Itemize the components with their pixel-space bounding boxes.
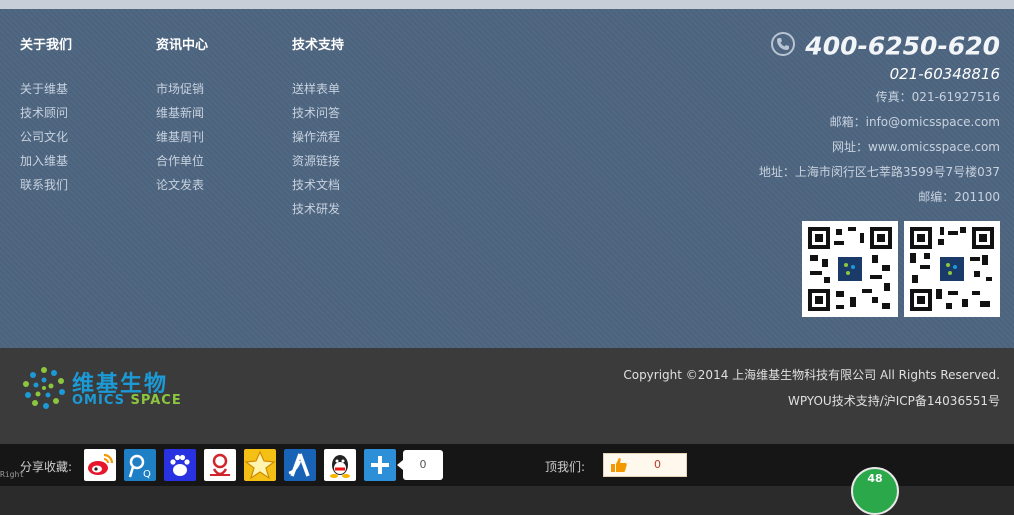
thumbs-up-icon: [611, 458, 627, 472]
nav-column-title: 关于我们: [20, 38, 73, 53]
hotline-number: 400-6250-620: [805, 31, 1000, 61]
nav-link[interactable]: 联系我们: [20, 173, 140, 197]
copyright-text: Copyright ©2014 上海维基生物科技有限公司 All Rights …: [623, 368, 1000, 382]
website-line[interactable]: 网址：www.omicsspace.com: [580, 135, 1000, 160]
nav-link[interactable]: 技术问答: [292, 101, 412, 125]
logo-english-part-1: OMICS: [72, 393, 125, 408]
nav-link[interactable]: 技术文档: [292, 173, 412, 197]
nav-link[interactable]: 技术顾问: [20, 101, 140, 125]
nav-link[interactable]: 关于维基: [20, 77, 140, 101]
renren-icon[interactable]: [284, 449, 316, 481]
fax-line: 传真：021-61927516: [875, 90, 1000, 104]
tencent-weibo-icon[interactable]: Q: [124, 449, 156, 481]
footer-main: 关于我们 关于维基 技术顾问 公司文化 加入维基 联系我们 资讯中心 市场促销 …: [0, 9, 1014, 348]
nav-column-about: 关于我们 关于维基 技术顾问 公司文化 加入维基 联系我们: [20, 37, 140, 197]
like-count: 0: [654, 458, 661, 471]
phone-number: 021-60348816: [889, 65, 1000, 83]
footer-bottom: 维基生物 OMICS SPACE Copyright ©2014 上海维基生物科…: [0, 348, 1014, 444]
qzone-icon[interactable]: [244, 449, 276, 481]
nav-column-title: 资讯中心: [156, 38, 209, 53]
nav-link[interactable]: 加入维基: [20, 149, 140, 173]
nav-link[interactable]: 市场促销: [156, 77, 276, 101]
share-label: 分享收藏:: [20, 460, 73, 474]
badge-value: 48: [867, 472, 883, 485]
icp-license-link[interactable]: WPYOU技术支持/沪ICP备14036551号: [788, 392, 1000, 409]
nav-link[interactable]: 操作流程: [292, 125, 412, 149]
qr-codes: [796, 221, 1000, 317]
overlay-text: Right: [0, 470, 25, 479]
svg-text:Q: Q: [143, 469, 151, 480]
logo-english-name: OMICS SPACE: [72, 393, 182, 408]
like-button[interactable]: 0: [603, 453, 687, 477]
visitor-count-badge[interactable]: 48: [851, 467, 899, 515]
share-count: 0: [397, 450, 443, 480]
qr-code-icon: [802, 221, 898, 317]
logo-english-part-2: SPACE: [130, 393, 182, 408]
contact-block: 400-6250-620 021-60348816 传真：021-6192751…: [580, 31, 1000, 210]
baidu-icon[interactable]: [164, 449, 196, 481]
weibo-icon[interactable]: [84, 449, 116, 481]
company-logo[interactable]: 维基生物 OMICS SPACE: [20, 364, 200, 414]
nav-link[interactable]: 维基新闻: [156, 101, 276, 125]
nav-link[interactable]: 公司文化: [20, 125, 140, 149]
nav-link[interactable]: 资源链接: [292, 149, 412, 173]
like-label: 顶我们:: [545, 460, 586, 474]
nav-link[interactable]: 维基周刊: [156, 125, 276, 149]
nav-column-news: 资讯中心 市场促销 维基新闻 维基周刊 合作单位 论文发表: [156, 37, 276, 197]
nav-column-title: 技术支持: [292, 38, 345, 53]
more-share-icon[interactable]: [364, 449, 396, 481]
renren-share-icon[interactable]: [204, 449, 236, 481]
qr-code-icon: [904, 221, 1000, 317]
phone-icon: [771, 31, 796, 56]
logo-mark-icon: [23, 367, 65, 409]
address-line: 地址：上海市闵行区七莘路3599号7号楼037: [758, 165, 1000, 179]
nav-link[interactable]: 送样表单: [292, 77, 412, 101]
top-strip: [0, 0, 1014, 9]
nav-column-support: 技术支持 送样表单 技术问答 操作流程 资源链接 技术文档 技术研发: [292, 37, 412, 221]
qq-icon[interactable]: [324, 449, 356, 481]
postcode-line: 邮编：201100: [918, 190, 1000, 204]
email-line[interactable]: 邮箱：info@omicsspace.com: [580, 110, 1000, 135]
nav-link[interactable]: 技术研发: [292, 197, 412, 221]
nav-link[interactable]: 论文发表: [156, 173, 276, 197]
nav-link[interactable]: 合作单位: [156, 149, 276, 173]
